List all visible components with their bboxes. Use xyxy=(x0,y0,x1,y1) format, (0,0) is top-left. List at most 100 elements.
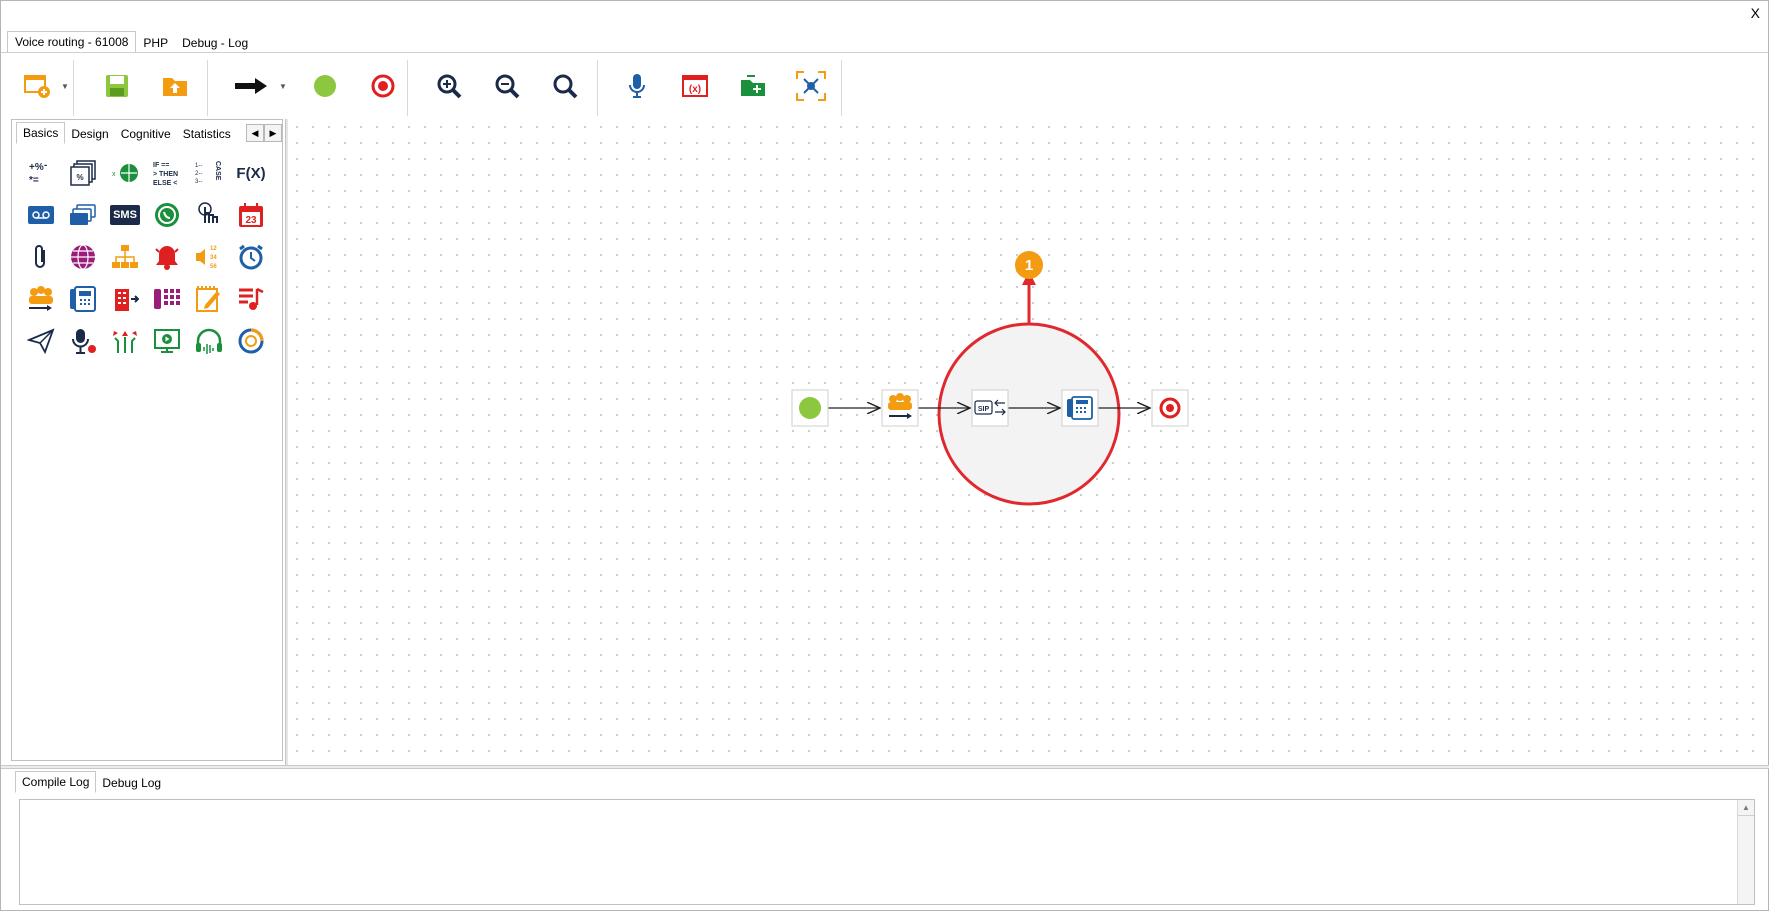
connector-dropdown-icon[interactable]: ▼ xyxy=(279,82,287,91)
svg-text:12: 12 xyxy=(210,246,217,252)
svg-text:(x): (x) xyxy=(689,84,701,95)
sip-label: SIP xyxy=(978,406,990,413)
new-flow-icon[interactable] xyxy=(15,64,59,108)
variables-icon[interactable]: (x) xyxy=(673,64,717,108)
flow-editor-window: X Voice routing - 61008 PHP Debug - Log … xyxy=(0,0,1769,911)
end-node-icon[interactable] xyxy=(361,64,405,108)
case-switch-icon[interactable]: 1-- 2-- 3-- CASE xyxy=(188,152,230,194)
xml-globe-icon[interactable]: x xyxy=(104,152,146,194)
palette-tabs: Basics Design Cognitive Statistics xyxy=(16,122,237,144)
log-scrollbar[interactable]: ▲ xyxy=(1737,800,1754,904)
toolbar-separator xyxy=(207,60,208,116)
palette-scroll-right-button[interactable]: ▶ xyxy=(264,124,282,142)
send-message-icon[interactable] xyxy=(20,320,62,362)
log-tabs: Compile Log Debug Log xyxy=(15,771,167,793)
flow-canvas[interactable]: 1 SIP xyxy=(289,119,1761,765)
new-flow-dropdown-icon[interactable]: ▼ xyxy=(61,82,69,91)
media-screen-icon[interactable] xyxy=(146,320,188,362)
arrow-connector-icon[interactable] xyxy=(229,64,273,108)
svg-text:x: x xyxy=(112,171,116,178)
start-node-icon[interactable] xyxy=(303,64,347,108)
tab-design[interactable]: Design xyxy=(65,124,114,144)
zoom-fit-icon[interactable] xyxy=(543,64,587,108)
dialpad-phone-icon[interactable] xyxy=(146,278,188,320)
svg-text:-: - xyxy=(44,160,47,171)
sip-transfer-node[interactable]: SIP xyxy=(971,389,1009,427)
tab-debug-log[interactable]: Debug - Log xyxy=(175,33,255,53)
alarm-bell-icon[interactable] xyxy=(146,236,188,278)
percentage-cards-icon[interactable]: % xyxy=(62,152,104,194)
calendar-icon[interactable]: 23 xyxy=(230,194,272,236)
sms-icon[interactable]: SMS xyxy=(104,194,146,236)
building-icon[interactable] xyxy=(104,278,146,320)
palette-canvas-splitter[interactable] xyxy=(285,119,288,765)
tab-debug-log-panel[interactable]: Debug Log xyxy=(96,773,167,793)
toolbar-separator xyxy=(407,60,408,116)
tab-cognitive[interactable]: Cognitive xyxy=(115,124,177,144)
attachment-icon[interactable] xyxy=(20,236,62,278)
agent-group-icon[interactable] xyxy=(20,278,62,320)
scroll-up-icon[interactable]: ▲ xyxy=(1738,800,1754,816)
toolbar: ▼ ▼ (x) xyxy=(7,54,1767,120)
globe-icon[interactable] xyxy=(62,236,104,278)
whatsapp-icon[interactable] xyxy=(146,194,188,236)
zoom-in-icon[interactable] xyxy=(427,64,471,108)
svg-text:1--: 1-- xyxy=(195,163,202,169)
fit-to-screen-icon[interactable] xyxy=(789,64,833,108)
close-button[interactable]: X xyxy=(1751,5,1760,21)
if-then-else-icon[interactable]: IF == > THEN ELSE < xyxy=(146,152,188,194)
voicemail-icon[interactable] xyxy=(20,194,62,236)
svg-text:3--: 3-- xyxy=(195,179,202,185)
palette-scroll-left-button[interactable]: ◀ xyxy=(246,124,264,142)
end-node[interactable] xyxy=(1151,389,1189,427)
agent-group-node[interactable] xyxy=(881,389,919,427)
svg-text:23: 23 xyxy=(245,215,257,226)
compile-log-textarea[interactable]: ▲ xyxy=(19,799,1755,905)
speak-numbers-icon[interactable]: 12 34 56 xyxy=(188,236,230,278)
svg-text:34: 34 xyxy=(210,255,217,261)
record-microphone-icon[interactable] xyxy=(62,320,104,362)
toolbar-separator xyxy=(597,60,598,116)
toolbar-separator xyxy=(841,60,842,116)
tab-voice-routing[interactable]: Voice routing - 61008 xyxy=(7,31,137,53)
zoom-out-icon[interactable] xyxy=(485,64,529,108)
desk-phone-icon[interactable] xyxy=(62,278,104,320)
save-icon[interactable] xyxy=(95,64,139,108)
music-playlist-icon[interactable] xyxy=(230,278,272,320)
svg-text:IF ==: IF == xyxy=(153,162,169,169)
function-icon[interactable]: F(X) xyxy=(230,152,272,194)
sync-status-icon[interactable] xyxy=(230,320,272,362)
component-palette: Basics Design Cognitive Statistics ◀ ▶ +… xyxy=(11,119,283,761)
split-route-icon[interactable] xyxy=(104,320,146,362)
toolbar-separator xyxy=(73,60,74,116)
svg-text:+%: +% xyxy=(29,162,44,173)
org-chart-icon[interactable] xyxy=(104,236,146,278)
math-operators-icon[interactable]: +% *= - xyxy=(20,152,62,194)
annotation-number: 1 xyxy=(1025,257,1033,274)
add-folder-icon[interactable] xyxy=(731,64,775,108)
edit-note-icon[interactable] xyxy=(188,278,230,320)
tab-divider xyxy=(1,52,1768,53)
tab-compile-log[interactable]: Compile Log xyxy=(15,771,97,793)
headphones-audio-icon[interactable] xyxy=(188,320,230,362)
touch-input-icon[interactable] xyxy=(188,194,230,236)
svg-text:ELSE <: ELSE < xyxy=(153,180,177,187)
svg-text:CASE: CASE xyxy=(214,161,221,181)
tab-basics[interactable]: Basics xyxy=(16,122,66,144)
svg-text:56: 56 xyxy=(210,264,217,270)
palette-grid: +% *= - % x IF == > THEN ELSE < 1-- 2-- 3-- CAS… xyxy=(20,152,272,362)
svg-text:2--: 2-- xyxy=(195,171,202,177)
canvas-log-splitter[interactable] xyxy=(1,765,1769,769)
document-tabs: Voice routing - 61008 PHP Debug - Log xyxy=(7,29,255,53)
svg-text:*=: *= xyxy=(29,175,39,186)
phone-node[interactable] xyxy=(1061,389,1099,427)
alarm-clock-icon[interactable] xyxy=(230,236,272,278)
start-node[interactable] xyxy=(791,389,829,427)
open-folder-icon[interactable] xyxy=(153,64,197,108)
tab-php[interactable]: PHP xyxy=(136,33,175,53)
microphone-icon[interactable] xyxy=(615,64,659,108)
cards-stack-icon[interactable] xyxy=(62,194,104,236)
svg-text:> THEN: > THEN xyxy=(153,171,178,178)
tab-statistics[interactable]: Statistics xyxy=(177,124,237,144)
svg-text:%: % xyxy=(76,173,83,182)
